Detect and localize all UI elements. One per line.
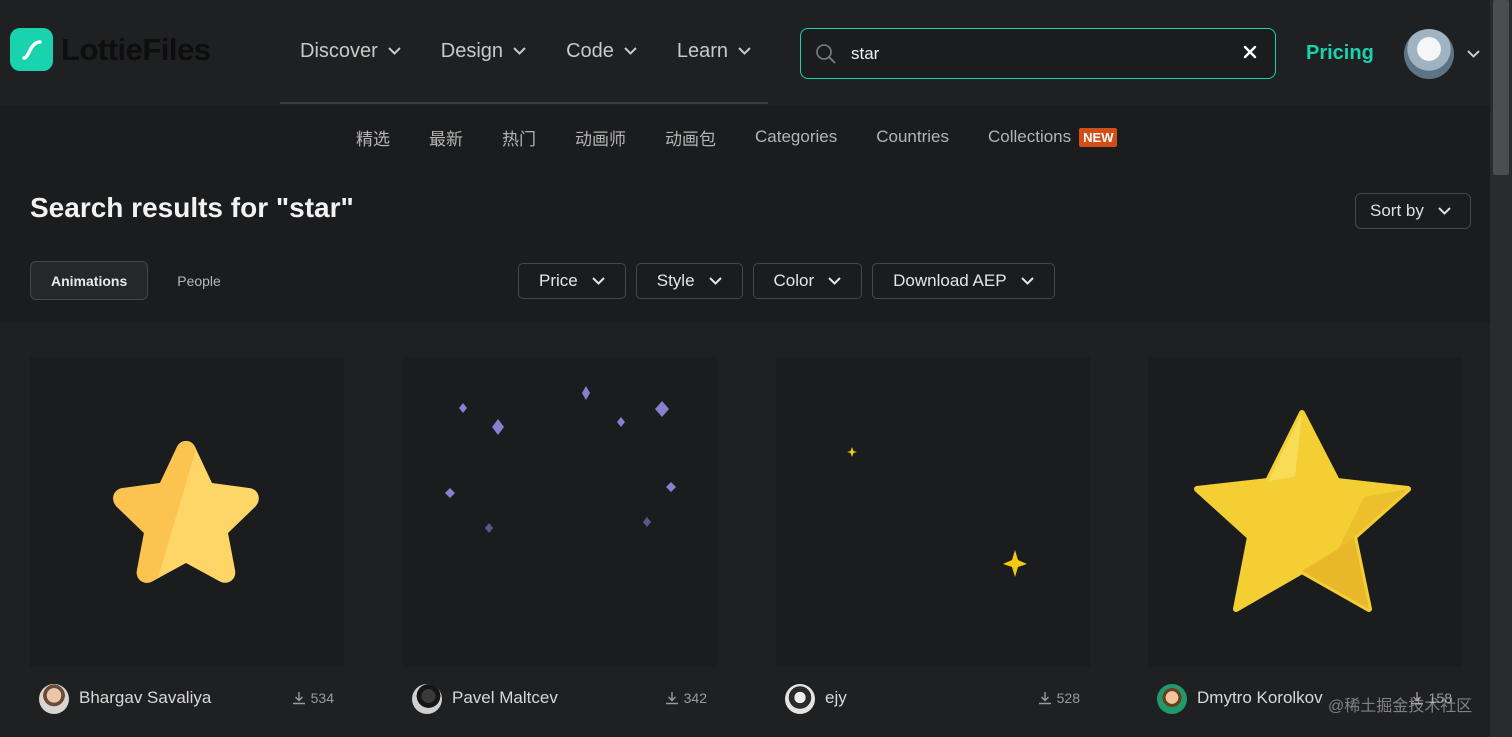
nav-design[interactable]: Design bbox=[441, 40, 526, 63]
nav-learn[interactable]: Learn bbox=[677, 40, 751, 63]
filter-price-label: Price bbox=[539, 271, 578, 290]
filter-style-label: Style bbox=[656, 271, 695, 290]
animation-preview[interactable] bbox=[403, 357, 717, 667]
chevron-down-icon bbox=[1020, 277, 1034, 285]
author-name[interactable]: Pavel Maltcev bbox=[452, 688, 558, 708]
subnav-categories[interactable]: Categories bbox=[755, 127, 837, 147]
logo-mark-icon bbox=[10, 28, 53, 71]
nav-code-label: Code bbox=[566, 39, 614, 62]
subnav-collections-label: Collections bbox=[987, 127, 1072, 146]
author-avatar[interactable] bbox=[39, 684, 69, 714]
user-avatar[interactable] bbox=[1404, 29, 1454, 79]
pricing-link[interactable]: Pricing bbox=[1306, 42, 1374, 65]
animation-preview[interactable] bbox=[30, 357, 344, 667]
sub-nav: 精选 最新 热门 动画师 动画包 Categories Countries Co… bbox=[0, 108, 1490, 166]
subnav-animators[interactable]: 动画师 bbox=[575, 125, 626, 150]
author-avatar[interactable] bbox=[1157, 684, 1187, 714]
chevron-down-icon bbox=[388, 47, 401, 55]
download-count: 342 bbox=[665, 690, 707, 706]
subnav-collections[interactable]: Collections NEW bbox=[988, 127, 1118, 147]
result-tabs: Animations People bbox=[30, 261, 241, 300]
filter-color[interactable]: Color bbox=[752, 263, 863, 299]
download-count-value: 528 bbox=[1056, 690, 1080, 706]
subnav-featured[interactable]: 精选 bbox=[356, 125, 390, 150]
close-icon[interactable] bbox=[1243, 45, 1257, 59]
tab-animations[interactable]: Animations bbox=[30, 261, 149, 300]
author-avatar[interactable] bbox=[412, 684, 442, 714]
main-nav: Discover Design Code Learn bbox=[280, 0, 768, 104]
lottiefiles-logo[interactable]: LottieFiles bbox=[10, 28, 211, 71]
chevron-down-icon bbox=[592, 277, 605, 285]
sort-by-label: Sort by bbox=[1370, 201, 1424, 220]
nav-design-label: Design bbox=[440, 39, 504, 62]
filter-bar: Price Style Color Download AEP bbox=[518, 263, 1065, 299]
new-badge: NEW bbox=[1079, 127, 1118, 147]
tab-people[interactable]: People bbox=[157, 261, 241, 300]
sparkles-animation-icon bbox=[445, 386, 676, 533]
nav-learn-label: Learn bbox=[676, 39, 729, 62]
page-title: Search results for "star" bbox=[30, 192, 354, 223]
chevron-down-icon bbox=[738, 47, 751, 55]
subnav-popular[interactable]: 热门 bbox=[502, 125, 536, 150]
filter-style[interactable]: Style bbox=[635, 263, 743, 299]
animation-preview[interactable] bbox=[1148, 357, 1462, 667]
page-scrollbar[interactable] bbox=[1490, 0, 1512, 737]
animation-card[interactable]: Bhargav Savaliya 534 bbox=[30, 357, 344, 714]
nav-code[interactable]: Code bbox=[566, 40, 637, 63]
filter-download-aep-label: Download AEP bbox=[893, 271, 1007, 290]
download-icon bbox=[665, 692, 678, 705]
author-name[interactable]: ejy bbox=[825, 688, 847, 708]
download-icon bbox=[292, 692, 305, 705]
author-avatar[interactable] bbox=[785, 684, 815, 714]
download-count-value: 534 bbox=[310, 690, 334, 706]
filter-color-label: Color bbox=[773, 271, 815, 290]
download-count-value: 342 bbox=[683, 690, 707, 706]
chevron-down-icon bbox=[624, 47, 637, 55]
subnav-latest[interactable]: 最新 bbox=[429, 125, 463, 150]
download-count: 528 bbox=[1038, 690, 1080, 706]
sparkle-animation-icon bbox=[847, 447, 1027, 577]
download-count: 534 bbox=[292, 690, 334, 706]
nav-discover[interactable]: Discover bbox=[300, 40, 401, 63]
chevron-down-icon[interactable] bbox=[1467, 50, 1480, 58]
search-input[interactable] bbox=[851, 43, 1221, 64]
animation-preview[interactable] bbox=[776, 357, 1090, 667]
subnav-countries[interactable]: Countries bbox=[876, 127, 949, 147]
filter-download-aep[interactable]: Download AEP bbox=[872, 263, 1055, 299]
subnav-packs[interactable]: 动画包 bbox=[665, 125, 716, 150]
logo-text: LottieFiles bbox=[61, 31, 211, 67]
animation-card[interactable]: ejy 528 bbox=[776, 357, 1090, 714]
nav-discover-label: Discover bbox=[300, 39, 378, 62]
star-animation-icon bbox=[1194, 410, 1411, 612]
search-icon bbox=[816, 43, 836, 64]
animation-card[interactable]: Pavel Maltcev 342 bbox=[403, 357, 717, 714]
chevron-down-icon bbox=[708, 277, 722, 285]
author-name[interactable]: Dmytro Korolkov bbox=[1197, 688, 1323, 708]
search-box bbox=[800, 28, 1276, 79]
sort-by-dropdown[interactable]: Sort by bbox=[1355, 193, 1471, 229]
filter-price[interactable]: Price bbox=[518, 263, 626, 299]
star-animation-icon bbox=[113, 441, 259, 583]
download-icon bbox=[1038, 692, 1051, 705]
animation-card[interactable]: Dmytro Korolkov 158 bbox=[1148, 357, 1462, 714]
watermark: @稀土掘金技术社区 bbox=[1328, 698, 1473, 715]
author-name[interactable]: Bhargav Savaliya bbox=[79, 688, 211, 708]
top-bar: LottieFiles Discover Design Code Learn P… bbox=[0, 0, 1490, 106]
chevron-down-icon bbox=[1438, 207, 1451, 215]
chevron-down-icon bbox=[828, 277, 841, 285]
scrollbar-thumb[interactable] bbox=[1493, 0, 1509, 175]
chevron-down-icon bbox=[513, 47, 526, 55]
